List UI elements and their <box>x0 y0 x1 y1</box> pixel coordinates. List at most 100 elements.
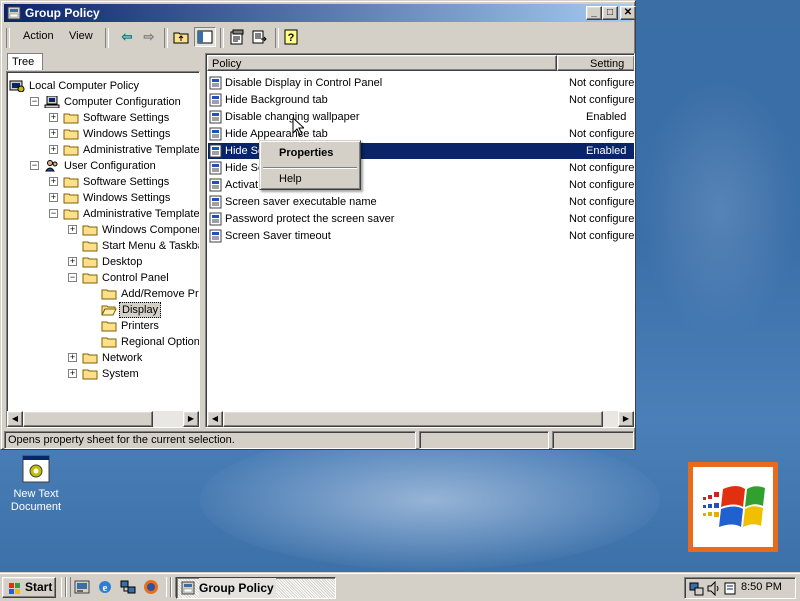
tree-item[interactable]: + Administrative Templates <box>7 142 199 158</box>
toolbar-separator <box>275 28 279 48</box>
column-header-setting[interactable]: Setting <box>557 55 634 71</box>
expand-icon[interactable]: + <box>68 353 77 362</box>
tab-tree[interactable]: Tree <box>7 53 43 70</box>
tree-pane: Local Computer Policy − Computer Configura… <box>6 71 200 428</box>
menu-action[interactable]: Action <box>23 30 54 42</box>
collapse-icon[interactable]: − <box>30 161 39 170</box>
expand-icon[interactable]: + <box>49 113 58 122</box>
tree-item[interactable]: + Network <box>7 350 199 366</box>
clock[interactable]: 8:50 PM <box>741 581 782 593</box>
policy-row[interactable]: Password protect the screen saver Not con… <box>208 211 634 227</box>
firefox-icon[interactable] <box>142 578 160 596</box>
policy-row[interactable]: Disable Display in Control Panel Not conf… <box>208 75 634 91</box>
tree-item[interactable]: + Software Settings <box>7 174 199 190</box>
start-button[interactable]: Start <box>2 577 56 598</box>
taskbar: Start e Group Policy 8:50 PM <box>0 572 800 601</box>
tree-item[interactable]: + Windows Settings <box>7 126 199 142</box>
menu-view[interactable]: View <box>69 30 93 42</box>
collapse-icon[interactable]: − <box>49 209 58 218</box>
up-one-level-button[interactable] <box>170 27 192 47</box>
scroll-left-icon: ◀ <box>211 414 219 423</box>
policy-row[interactable]: Screen saver executable name Not configur… <box>208 194 634 210</box>
context-menu-properties[interactable]: Properties <box>263 144 357 162</box>
help-button[interactable]: ? <box>280 27 302 47</box>
policy-row[interactable]: Disable changing wallpaper Enabled <box>208 109 634 125</box>
scroll-right-button[interactable]: ▶ <box>618 411 634 427</box>
maximize-button[interactable]: □ <box>602 6 618 20</box>
policy-name: Password protect the screen saver <box>225 213 395 225</box>
column-header-setting-label: Setting <box>590 58 625 70</box>
tree-item[interactable]: + Software Settings <box>7 110 199 126</box>
collapse-icon[interactable]: − <box>68 273 77 282</box>
svg-text:e: e <box>103 582 108 594</box>
expand-icon[interactable]: + <box>68 225 77 234</box>
taskbar-button-label: Group Policy <box>199 578 276 598</box>
status-panel-2 <box>419 431 549 449</box>
folder-icon <box>82 241 98 252</box>
scroll-thumb[interactable] <box>23 411 153 427</box>
scroll-thumb[interactable] <box>223 411 603 427</box>
expand-icon[interactable]: + <box>49 145 58 154</box>
tree-item[interactable]: − User Configuration <box>7 158 199 174</box>
tree-item[interactable]: − Computer Configuration <box>7 94 199 110</box>
scroll-right-button[interactable]: ▶ <box>183 411 199 427</box>
collapse-icon[interactable]: − <box>30 97 39 106</box>
maximize-icon: □ <box>606 7 614 18</box>
toolbar-separator <box>105 28 109 48</box>
menu-toolbar: Action View ⇦ ⇨ ? <box>4 25 632 49</box>
tree-item[interactable]: Local Computer Policy <box>7 78 199 94</box>
scroll-right-icon: ▶ <box>187 414 195 423</box>
tree-item[interactable]: − Administrative Templates <box>7 206 199 222</box>
show-hide-tree-button[interactable] <box>194 27 216 47</box>
expand-icon[interactable]: + <box>49 193 58 202</box>
taskbar-button-group-policy[interactable]: Group Policy <box>176 577 336 599</box>
tree-item[interactable]: Start Menu & Taskbar <box>7 238 199 254</box>
expand-icon[interactable]: + <box>49 129 58 138</box>
policy-row[interactable]: Screen Saver timeout Not configured <box>208 228 634 244</box>
tree-item[interactable]: + Desktop <box>7 254 199 270</box>
windows-start-icon <box>9 583 20 594</box>
close-button[interactable]: ✕ <box>620 6 636 20</box>
list-horizontal-scrollbar[interactable]: ◀ ▶ <box>207 411 634 427</box>
back-button[interactable]: ⇦ <box>116 27 138 47</box>
show-desktop-icon[interactable] <box>73 578 91 596</box>
tree-item[interactable]: + Windows Settings <box>7 190 199 206</box>
toolbar-grip <box>6 28 10 48</box>
scroll-left-button[interactable]: ◀ <box>7 411 23 427</box>
expand-icon[interactable]: + <box>49 177 58 186</box>
title-bar[interactable]: Group Policy _ □ ✕ <box>4 4 636 22</box>
scroll-left-button[interactable]: ◀ <box>207 411 223 427</box>
status-bar: Opens property sheet for the current sel… <box>4 431 634 449</box>
network-icon[interactable] <box>119 578 137 596</box>
tree-item[interactable]: Printers <box>7 318 199 334</box>
tree-item[interactable]: − Control Panel <box>7 270 199 286</box>
desktop-icon-label-line1: New Text <box>13 488 59 500</box>
context-menu-help[interactable]: Help <box>263 170 357 188</box>
tray-app-icon[interactable] <box>723 581 737 596</box>
minimize-button[interactable]: _ <box>586 6 602 20</box>
export-list-button[interactable] <box>249 27 271 47</box>
volume-icon[interactable] <box>707 581 721 596</box>
internet-explorer-icon[interactable]: e <box>96 578 114 596</box>
tree-item[interactable]: Regional Options <box>7 334 199 350</box>
network-status-icon[interactable] <box>689 581 705 596</box>
column-header-policy-label: Policy <box>212 58 242 70</box>
folder-icon <box>101 289 117 300</box>
expand-icon[interactable]: + <box>68 257 77 266</box>
tree-item[interactable]: Display <box>7 302 199 318</box>
minimize-icon: _ <box>591 7 597 18</box>
expand-icon[interactable]: + <box>68 369 77 378</box>
tree-item[interactable]: + System <box>7 366 199 382</box>
desktop-icon-new-text-document[interactable]: New Text Document <box>6 454 66 516</box>
column-header-policy[interactable]: Policy <box>207 55 557 71</box>
properties-button[interactable] <box>226 27 248 47</box>
forward-button[interactable]: ⇨ <box>138 27 160 47</box>
policy-row[interactable]: Hide Background tab Not configured <box>208 92 634 108</box>
tree-item[interactable]: + Windows Components <box>7 222 199 238</box>
folder-icon <box>63 177 79 188</box>
tree-horizontal-scrollbar[interactable]: ◀ ▶ <box>7 411 199 427</box>
menu-action-label: Action <box>23 30 54 42</box>
toolbar-separator <box>164 28 168 48</box>
tree-item[interactable]: Add/Remove Programs <box>7 286 199 302</box>
policy-setting: Not configured <box>569 230 635 242</box>
